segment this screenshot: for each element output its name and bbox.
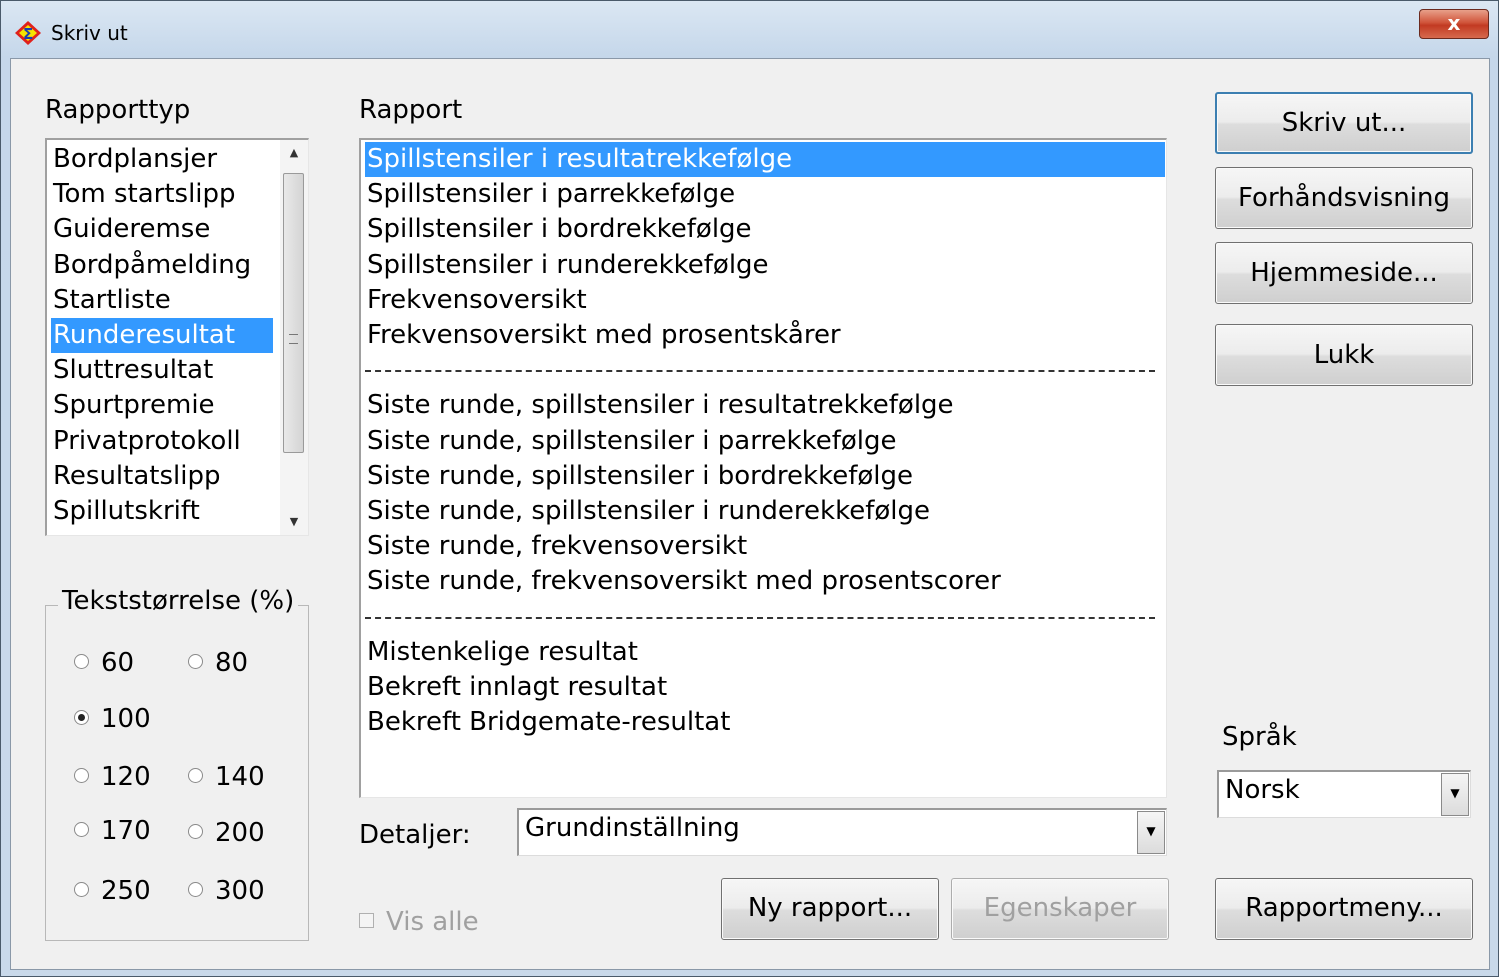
radio-circle-icon [74,822,89,837]
rapportmeny-button[interactable]: Rapportmeny... [1215,878,1473,940]
scroll-grip-icon [289,334,298,344]
dialog-body: Rapporttyp Bordplansjer Tom startslipp Gui… [10,58,1490,970]
rapporttyp-list-item[interactable]: Tom startslipp [51,177,273,212]
radio-label: 300 [215,876,265,906]
radio-label: 80 [215,648,249,678]
radio-label: 120 [101,762,151,792]
detaljer-combo[interactable]: Grundinställning ▼ [517,808,1167,856]
rapporttyp-list-item[interactable]: Startliste [51,283,273,318]
close-button[interactable]: x [1419,9,1489,39]
radio-circle-icon [74,710,89,725]
hjemmeside-button[interactable]: Hjemmeside... [1215,242,1473,304]
svg-text:Σ: Σ [23,25,33,43]
chevron-down-icon[interactable]: ▼ [1137,811,1165,854]
chevron-down-icon[interactable]: ▼ [1441,773,1469,816]
sigma-app-icon: Σ [15,21,41,45]
rapport-list-item[interactable]: Spillstensiler i parrekkefølge [365,177,1165,212]
forhandsvisning-button[interactable]: Forhåndsvisning [1215,167,1473,229]
rapport-list-item[interactable]: Siste runde, frekvensoversikt med prosen… [365,564,1165,599]
egenskaper-button[interactable]: Egenskaper [951,878,1169,940]
tekststorrelse-group: Tekststørrelse (%) 60 80 100 120 140 170 200 25… [45,586,309,941]
window-title: Skriv ut [51,21,128,45]
rapporttyp-list-item[interactable]: Spillutskrift [51,494,273,529]
scroll-thumb[interactable] [283,173,304,453]
sprak-value: Norsk [1225,775,1300,805]
radio-label: 250 [101,876,151,906]
rapporttyp-list-item[interactable]: Bordpåmelding [51,248,273,283]
rapporttyp-list-item[interactable]: Resultatslipp [51,459,273,494]
text-size-radio-140[interactable]: 140 [188,762,265,792]
sprak-combo[interactable]: Norsk ▼ [1217,770,1471,818]
rapport-list-item[interactable]: Spillstensiler i runderekkefølge [365,248,1165,283]
scroll-down-arrow-icon[interactable]: ▼ [280,509,308,535]
tekststorrelse-label: Tekststørrelse (%) [58,586,299,616]
rapport-list-item[interactable]: Spillstensiler i bordrekkefølge [365,212,1165,247]
sprak-label: Språk [1222,722,1297,752]
ny-rapport-button[interactable]: Ny rapport... [721,878,939,940]
radio-circle-icon [188,882,203,897]
radio-circle-icon [74,882,89,897]
rapport-list-item[interactable]: Siste runde, spillstensiler i runderekke… [365,494,1165,529]
rapport-list-item[interactable]: Bekreft Bridgemate-resultat [365,705,1165,740]
rapport-list-item[interactable]: Spillstensiler i resultatrekkefølge [365,142,1165,177]
radio-circle-icon [188,768,203,783]
radio-circle-icon [188,824,203,839]
title-bar[interactable]: Σ Skriv ut x [1,1,1498,61]
rapport-list-item[interactable]: Siste runde, spillstensiler i parrekkefø… [365,424,1165,459]
rapport-list-item[interactable]: Siste runde, spillstensiler i resultatre… [365,388,1165,423]
rapporttyp-list-item[interactable]: Guideremse [51,212,273,247]
detaljer-label: Detaljer: [359,820,471,850]
print-dialog: Σ Skriv ut x Rapporttyp Bordplansjer Tom … [0,0,1499,977]
text-size-radio-300[interactable]: 300 [188,876,265,906]
detaljer-value: Grundinställning [525,813,740,843]
text-size-radio-250[interactable]: 250 [74,876,151,906]
rapport-list-item[interactable]: Siste runde, spillstensiler i bordrekkef… [365,459,1165,494]
rapporttyp-list-item[interactable]: Bordplansjer [51,142,273,177]
list-separator [365,616,1155,619]
rapporttyp-listbox[interactable]: Bordplansjer Tom startslipp Guideremse Bord… [45,138,309,536]
radio-label: 200 [215,818,265,848]
list-separator [365,370,1155,373]
text-size-radio-120[interactable]: 120 [74,762,151,792]
text-size-radio-170[interactable]: 170 [74,816,151,846]
radio-label: 170 [101,816,151,846]
radio-label: 100 [101,704,151,734]
rapporttyp-scrollbar[interactable]: ▲ ▼ [280,140,308,535]
radio-label: 60 [101,648,135,678]
radio-circle-icon [74,768,89,783]
rapport-list-item[interactable]: Frekvensoversikt med prosentskårer [365,318,1165,353]
radio-label: 140 [215,762,265,792]
lukk-button[interactable]: Lukk [1215,324,1473,386]
rapport-label: Rapport [359,95,463,125]
rapport-list-item[interactable]: Mistenkelige resultat [365,635,1165,670]
scroll-up-arrow-icon[interactable]: ▲ [280,140,308,166]
rapport-listbox[interactable]: Spillstensiler i resultatrekkefølge Spill… [359,138,1167,798]
text-size-radio-60[interactable]: 60 [74,648,134,678]
text-size-radio-200[interactable]: 200 [188,818,265,848]
radio-circle-icon [74,654,89,669]
rapporttyp-label: Rapporttyp [45,95,191,125]
checkbox-box [359,913,374,928]
rapport-list-item[interactable]: Bekreft innlagt resultat [365,670,1165,705]
rapporttyp-list-item[interactable]: Sluttresultat [51,353,273,388]
rapporttyp-list-item[interactable]: Runderesultat [51,318,273,353]
rapporttyp-list-item[interactable]: Spurtpremie [51,388,273,423]
rapport-list-item[interactable]: Frekvensoversikt [365,283,1165,318]
radio-circle-icon [188,654,203,669]
rapport-list-item[interactable]: Siste runde, frekvensoversikt [365,529,1165,564]
rapporttyp-list-item[interactable]: Privatprotokoll [51,424,273,459]
text-size-radio-100[interactable]: 100 [74,704,151,734]
skriv-ut-button[interactable]: Skriv ut... [1215,92,1473,154]
text-size-radio-80[interactable]: 80 [188,648,248,678]
vis-alle-checkbox[interactable]: Vis alle [359,907,479,937]
